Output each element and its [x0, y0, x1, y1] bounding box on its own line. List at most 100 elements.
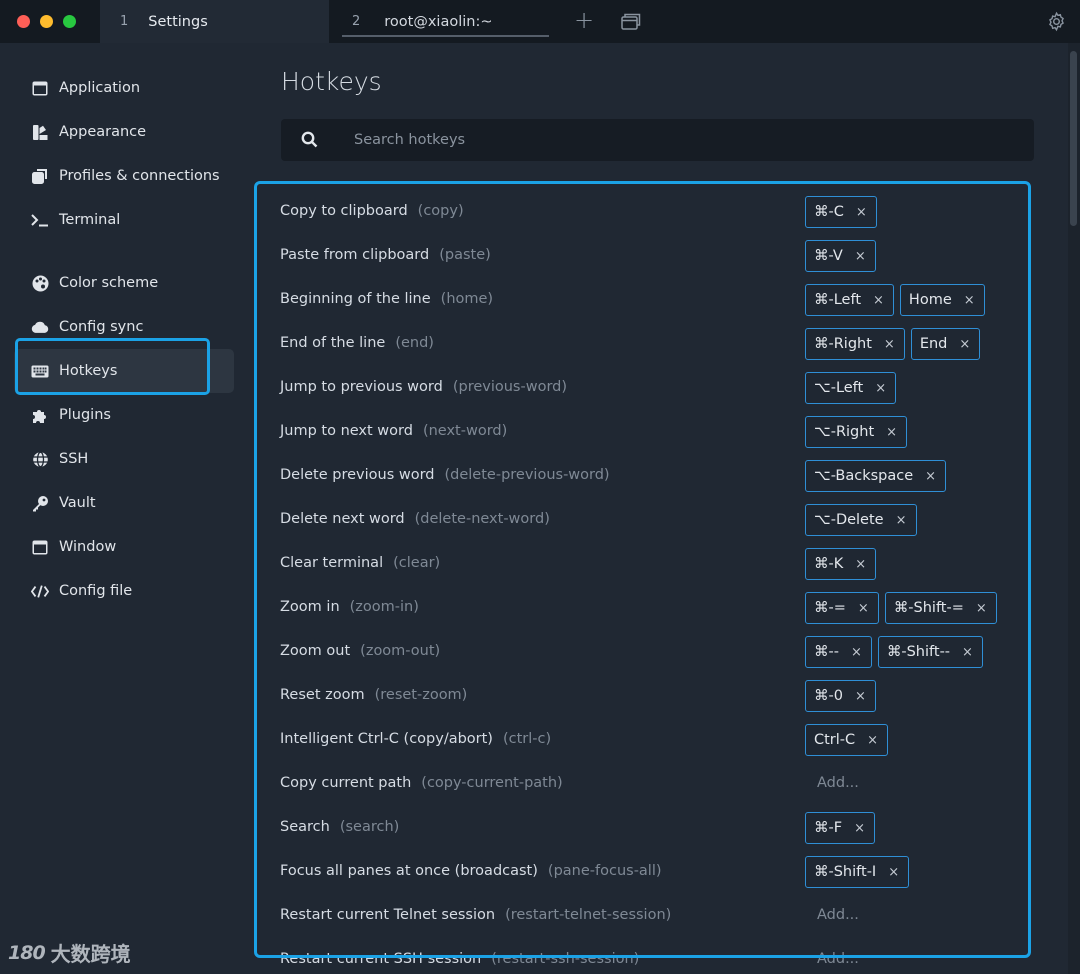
hotkey-row: Copy current path (copy-current-path) Add.…	[280, 761, 1040, 805]
hotkey-id: (paste)	[439, 247, 491, 263]
remove-hotkey-icon[interactable]: ×	[962, 645, 973, 660]
scrollbar-thumb[interactable]	[1070, 51, 1077, 226]
hotkey-label: Restart current SSH session (restart-ssh-…	[280, 937, 639, 974]
sidebar-item-window[interactable]: Window	[14, 525, 234, 569]
new-tab-plus-icon[interactable]: +	[574, 7, 594, 33]
hotkey-chip[interactable]: End ×	[910, 328, 981, 360]
hotkey-row: Intelligent Ctrl-C (copy/abort) (ctrl-c) C…	[280, 717, 1040, 761]
remove-hotkey-icon[interactable]: ×	[959, 337, 970, 352]
hotkey-name: Paste from clipboard	[280, 247, 430, 263]
remove-hotkey-icon[interactable]: ×	[851, 645, 862, 660]
sidebar-item-plugins[interactable]: Plugins	[14, 393, 234, 437]
hotkey-chip-label: ⌘-C	[814, 204, 844, 220]
hotkey-id: (end)	[395, 335, 434, 351]
hotkey-chip[interactable]: Home ×	[899, 284, 985, 316]
hotkey-chip[interactable]: ⌘-0 ×	[805, 680, 876, 712]
sidebar-item-label: Plugins	[59, 407, 111, 423]
settings-gear-icon[interactable]	[1046, 11, 1067, 36]
hotkey-label: Jump to previous word (previous-word)	[280, 365, 567, 409]
search-input[interactable]	[354, 119, 1014, 161]
hotkey-chip[interactable]: Ctrl-C ×	[805, 724, 889, 756]
remove-hotkey-icon[interactable]: ×	[854, 821, 865, 836]
hotkey-chip-label: ⌘-Left	[814, 292, 862, 308]
sidebar-item-profiles-connections[interactable]: Profiles & connections	[14, 154, 234, 198]
remove-hotkey-icon[interactable]: ×	[855, 249, 866, 264]
hotkey-name: Reset zoom	[280, 687, 365, 703]
remove-hotkey-icon[interactable]: ×	[875, 381, 886, 396]
scrollbar[interactable]	[1068, 43, 1080, 974]
hotkey-id: (previous-word)	[452, 379, 568, 395]
hotkey-chip[interactable]: ⌘-Shift-- ×	[877, 636, 983, 668]
hotkey-bindings: ⌘-Shift-I ×	[805, 856, 910, 888]
minimize-window-button[interactable]	[40, 15, 53, 28]
hotkey-chip-label: ⌘-Shift-=	[893, 600, 964, 616]
hotkey-chip[interactable]: ⌘-Left ×	[805, 284, 894, 316]
hotkey-label: Jump to next word (next-word)	[280, 409, 507, 453]
close-window-button[interactable]	[17, 15, 30, 28]
hotkey-chip[interactable]: ⌘-Shift-I ×	[805, 856, 910, 888]
hotkey-chip[interactable]: ⌥-Delete ×	[805, 504, 917, 536]
sidebar-item-color-scheme[interactable]: Color scheme	[14, 261, 234, 305]
remove-hotkey-icon[interactable]: ×	[884, 337, 895, 352]
hotkey-chip-label: ⌘-=	[814, 600, 846, 616]
sidebar-item-config-file[interactable]: Config file	[14, 569, 234, 613]
remove-hotkey-icon[interactable]: ×	[886, 425, 897, 440]
sidebar-item-ssh[interactable]: SSH	[14, 437, 234, 481]
hotkey-id: (delete-previous-word)	[444, 467, 610, 483]
hotkey-label: Zoom out (zoom-out)	[280, 629, 440, 673]
hotkey-chip[interactable]: ⌘-K ×	[805, 548, 877, 580]
remove-hotkey-icon[interactable]: ×	[925, 469, 936, 484]
hotkey-id: (clear)	[393, 555, 441, 571]
hotkey-chip[interactable]: ⌥-Right ×	[805, 416, 908, 448]
hotkey-chip[interactable]: ⌘-C ×	[805, 196, 877, 228]
hotkey-id: (search)	[339, 819, 400, 835]
hotkey-chip[interactable]: ⌥-Backspace ×	[805, 460, 947, 492]
hotkey-id: (zoom-out)	[360, 643, 441, 659]
hotkey-chip[interactable]: ⌘-Shift-= ×	[884, 592, 997, 624]
hotkey-chip-label: ⌘-V	[814, 248, 843, 264]
tab-settings[interactable]: 1 Settings	[100, 0, 329, 43]
hotkey-row: Restart current Telnet session (restart-t…	[280, 893, 1040, 937]
remove-hotkey-icon[interactable]: ×	[855, 557, 866, 572]
hotkey-name: Copy to clipboard	[280, 203, 408, 219]
sidebar-item-vault[interactable]: Vault	[14, 481, 234, 525]
hotkey-chip[interactable]: ⌘-V ×	[805, 240, 876, 272]
hotkey-id: (restart-ssh-session)	[491, 951, 640, 967]
hotkey-chip[interactable]: ⌥-Left ×	[805, 372, 897, 404]
hotkey-row: Focus all panes at once (broadcast) (pane…	[280, 849, 1040, 893]
title-bar: 1 Settings 2 root@xiaolin:~ +	[0, 0, 1080, 43]
hotkey-id: (pane-focus-all)	[547, 863, 662, 879]
profiles-window-icon[interactable]	[621, 13, 641, 34]
tab-progress-underline	[342, 35, 549, 37]
hotkey-name: Intelligent Ctrl-C (copy/abort)	[280, 731, 493, 747]
hotkey-chip[interactable]: ⌘-Right ×	[805, 328, 905, 360]
sidebar-item-appearance[interactable]: Appearance	[14, 110, 234, 154]
sidebar-item-application[interactable]: Application	[14, 66, 234, 110]
remove-hotkey-icon[interactable]: ×	[856, 205, 867, 220]
remove-hotkey-icon[interactable]: ×	[867, 733, 878, 748]
hotkey-id: (copy)	[417, 203, 464, 219]
remove-hotkey-icon[interactable]: ×	[888, 865, 899, 880]
hotkey-chip[interactable]: ⌘-= ×	[805, 592, 879, 624]
add-hotkey-button[interactable]: Add...	[817, 893, 859, 937]
remove-hotkey-icon[interactable]: ×	[976, 601, 987, 616]
remove-hotkey-icon[interactable]: ×	[858, 601, 869, 616]
remove-hotkey-icon[interactable]: ×	[896, 513, 907, 528]
hotkey-row: Delete next word (delete-next-word) ⌥-Dele…	[280, 497, 1040, 541]
remove-hotkey-icon[interactable]: ×	[964, 293, 975, 308]
hotkey-bindings: ⌘-C ×	[805, 196, 877, 228]
hotkey-chip[interactable]: ⌘-F ×	[805, 812, 875, 844]
maximize-window-button[interactable]	[63, 15, 76, 28]
remove-hotkey-icon[interactable]: ×	[855, 689, 866, 704]
hotkey-bindings: ⌘-= × ⌘-Shift-= ×	[805, 592, 997, 624]
hotkey-chip-label: ⌘--	[814, 644, 839, 660]
hotkey-name: Delete previous word	[280, 467, 435, 483]
add-hotkey-button[interactable]: Add...	[817, 761, 859, 805]
hotkey-id: (delete-next-word)	[414, 511, 550, 527]
sidebar-item-terminal[interactable]: Terminal	[14, 198, 234, 242]
hotkey-chip[interactable]: ⌘-- ×	[805, 636, 872, 668]
add-hotkey-button[interactable]: Add...	[817, 937, 859, 974]
hotkey-bindings: ⌘-0 ×	[805, 680, 876, 712]
remove-hotkey-icon[interactable]: ×	[873, 293, 884, 308]
hotkey-label: Reset zoom (reset-zoom)	[280, 673, 467, 717]
